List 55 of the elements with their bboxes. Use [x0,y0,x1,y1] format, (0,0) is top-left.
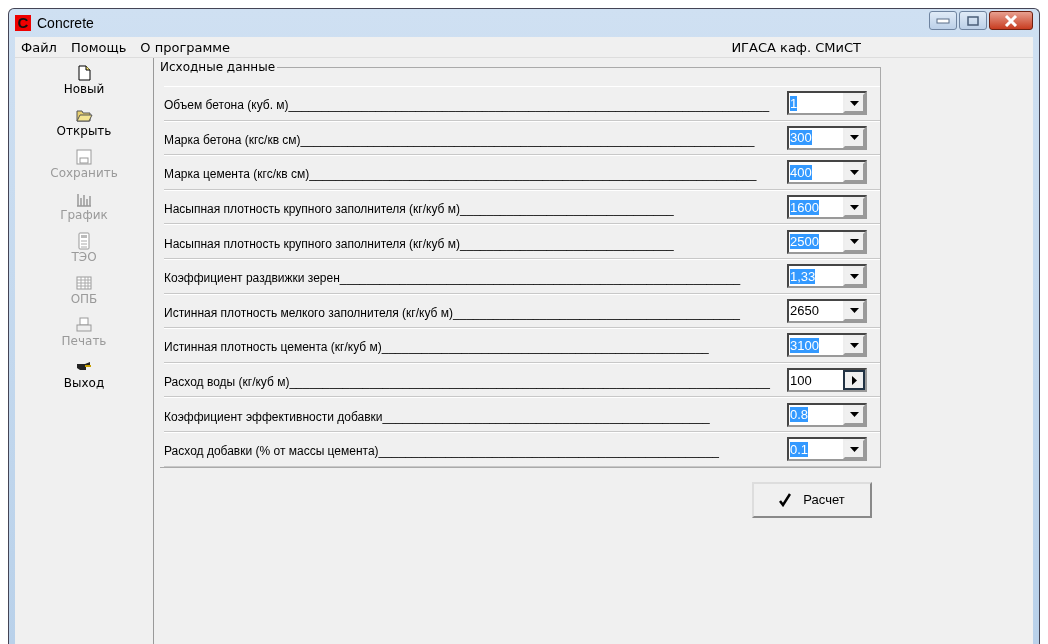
toolbar-button[interactable]: Новый [63,64,105,106]
value-combo-box[interactable]: 1600 [787,195,867,220]
menu-item[interactable]: Файл [21,39,57,55]
dropdown-arrow-icon [849,170,859,175]
app-icon: C [15,15,31,31]
dropdown-arrow-icon [849,239,859,245]
value-combo-box[interactable]: 2650 [787,298,867,323]
table-icon [75,274,93,292]
value-combo-box[interactable]: 2500 [787,229,867,254]
close-icon [1004,14,1018,27]
calculate-button[interactable]: Расчет [752,481,872,518]
field-label: Марка бетона (кгс/кв см)____________________________________________________________________ [164,131,756,147]
value-combo-box[interactable]: 3100 [787,333,867,358]
value-combo-box[interactable]: 1,33 [787,264,867,289]
organization-label: ИГАСА каф. СМиСТ [731,39,861,55]
toolbar-button[interactable]: Открыть [56,106,112,148]
dropdown-arrow-icon [849,204,859,210]
right-arrow-icon [851,375,857,385]
dropdown-arrow-icon [849,308,859,314]
field-label: Расход воды (кг/куб м)________________________________________________________________________ [164,374,771,390]
dropdown-arrow-icon [849,135,859,141]
close-button[interactable] [989,11,1033,30]
printer-icon [75,316,93,334]
field-label: Коэффициент эффективности добавки_________________________________________________ [164,408,711,424]
field-label: Насыпная плотность крупного заполнителя (кг/куб м)________________________________ [164,201,675,217]
value-combo-box[interactable]: 400 [787,160,867,185]
dropdown-arrow-icon [849,342,859,348]
minimize-icon [936,17,950,24]
field-label: Марка цемента (кгс/кв см)___________________________________________________________________ [164,166,758,182]
menu-item[interactable]: О программе [140,39,231,55]
field-label: Коэффициент раздвижки зерен____________________________________________________________ [164,270,742,286]
field-label: Расход добавки (% от массы цемента)___________________________________________________ [164,443,720,459]
maximize-button[interactable] [959,11,987,30]
dropdown-arrow-icon [849,446,859,452]
value-combo-box[interactable]: 100 [787,368,867,393]
document-icon [75,64,93,82]
dropdown-arrow-icon [849,273,859,279]
minimize-button[interactable] [929,11,957,30]
value-combo-box[interactable]: 0.1 [787,437,867,462]
group-title: Исходные данные [159,60,277,74]
calculator-icon [75,232,93,250]
field-label: Истинная плотность мелкого заполнителя (кг/куб м)___________________________________________ [164,304,741,320]
dropdown-arrow-icon [849,412,859,418]
field-label: Насыпная плотность крупного заполнителя (кг/куб м)________________________________ [164,235,675,251]
value-combo-box[interactable]: 300 [787,125,867,150]
window-title: Concrete [37,15,94,31]
menu-item[interactable]: Помощь [70,39,127,55]
dropdown-arrow-icon [849,100,859,106]
checkmark-icon [779,492,792,507]
maximize-icon [967,15,979,26]
field-label: Объем бетона (куб. м)________________________________________________________________________ [164,97,771,113]
field-label: Истинная плотность цемента (кг/куб м)_________________________________________________ [164,339,710,355]
value-combo-box[interactable]: 0.8 [787,402,867,427]
toolbar-button[interactable]: Выход [63,358,105,400]
value-combo-box[interactable]: 1 [787,91,867,116]
